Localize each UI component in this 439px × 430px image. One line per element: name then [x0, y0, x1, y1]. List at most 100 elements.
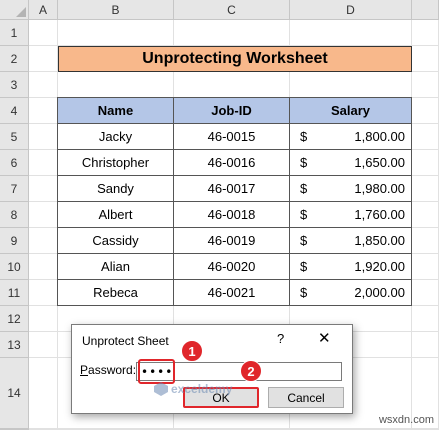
- step-badge-1: 1: [181, 340, 203, 362]
- job-id-cell[interactable]: 46-0018: [173, 201, 290, 228]
- cell[interactable]: [29, 176, 58, 202]
- cell[interactable]: [412, 306, 439, 332]
- cell[interactable]: [29, 46, 58, 72]
- salary-value: 1,980.00: [354, 181, 405, 196]
- row-header[interactable]: 13: [0, 332, 29, 358]
- salary-value: 2,000.00: [354, 285, 405, 300]
- row-header[interactable]: 6: [0, 150, 29, 176]
- cell[interactable]: [58, 72, 174, 98]
- cell[interactable]: [29, 332, 58, 358]
- salary-value: 1,800.00: [354, 129, 405, 144]
- select-all-corner[interactable]: [0, 0, 29, 20]
- currency-symbol: $: [300, 233, 308, 248]
- salary-value: 1,850.00: [354, 233, 405, 248]
- dialog-title: Unprotect Sheet: [82, 334, 169, 348]
- name-cell[interactable]: Albert: [57, 201, 174, 228]
- row-header[interactable]: 12: [0, 306, 29, 332]
- cell[interactable]: [29, 20, 58, 46]
- job-id-cell[interactable]: 46-0015: [173, 123, 290, 150]
- name-cell[interactable]: Sandy: [57, 175, 174, 202]
- row-header[interactable]: 10: [0, 254, 29, 280]
- ok-button[interactable]: OK: [183, 387, 259, 408]
- name-cell[interactable]: Jacky: [57, 123, 174, 150]
- cell[interactable]: [412, 332, 439, 358]
- step-badge-2: 2: [240, 360, 262, 382]
- row-header[interactable]: 11: [0, 280, 29, 306]
- cell[interactable]: [412, 228, 439, 254]
- cell[interactable]: [174, 72, 290, 98]
- cell[interactable]: [174, 20, 290, 46]
- cell[interactable]: [29, 202, 58, 228]
- name-cell[interactable]: Cassidy: [57, 227, 174, 254]
- unprotect-sheet-dialog: Unprotect Sheet ? ✕ Password: OK Cancel: [71, 324, 353, 414]
- cell[interactable]: [29, 280, 58, 306]
- row-header[interactable]: 8: [0, 202, 29, 228]
- sheet-title[interactable]: Unprotecting Worksheet: [58, 46, 412, 72]
- close-icon[interactable]: ✕: [318, 329, 331, 347]
- job-id-cell[interactable]: 46-0017: [173, 175, 290, 202]
- table-header-job-id[interactable]: Job-ID: [173, 97, 290, 124]
- job-id-cell[interactable]: 46-0021: [173, 279, 290, 306]
- cancel-button[interactable]: Cancel: [268, 387, 344, 408]
- cell[interactable]: [290, 20, 412, 46]
- table-header-name[interactable]: Name: [57, 97, 174, 124]
- column-header-b[interactable]: B: [58, 0, 174, 20]
- job-id-cell[interactable]: 46-0016: [173, 149, 290, 176]
- column-header-c[interactable]: C: [174, 0, 290, 20]
- cell[interactable]: [412, 150, 439, 176]
- cell[interactable]: [29, 150, 58, 176]
- row-header[interactable]: 5: [0, 124, 29, 150]
- cell[interactable]: [412, 98, 439, 124]
- site-watermark: wsxdn.com: [378, 414, 434, 426]
- cell[interactable]: [412, 20, 439, 46]
- cell[interactable]: [412, 46, 439, 72]
- currency-symbol: $: [300, 259, 308, 274]
- cell[interactable]: [29, 72, 58, 98]
- cell[interactable]: [412, 280, 439, 306]
- cell[interactable]: [290, 72, 412, 98]
- row-header[interactable]: 3: [0, 72, 29, 98]
- currency-symbol: $: [300, 181, 308, 196]
- currency-symbol: $: [300, 129, 308, 144]
- name-cell[interactable]: Rebeca: [57, 279, 174, 306]
- column-header-a[interactable]: A: [29, 0, 58, 20]
- salary-cell[interactable]: $1,650.00: [289, 149, 412, 176]
- row-header[interactable]: 2: [0, 46, 29, 72]
- cell[interactable]: [412, 202, 439, 228]
- salary-cell[interactable]: $1,850.00: [289, 227, 412, 254]
- password-input[interactable]: [136, 362, 342, 381]
- cell[interactable]: [29, 228, 58, 254]
- currency-symbol: $: [300, 155, 308, 170]
- cell[interactable]: [29, 98, 58, 124]
- salary-cell[interactable]: $2,000.00: [289, 279, 412, 306]
- row-header[interactable]: 9: [0, 228, 29, 254]
- currency-symbol: $: [300, 285, 308, 300]
- job-id-cell[interactable]: 46-0019: [173, 227, 290, 254]
- row-header[interactable]: 7: [0, 176, 29, 202]
- cell[interactable]: [29, 124, 58, 150]
- cell[interactable]: [58, 20, 174, 46]
- cell[interactable]: [412, 72, 439, 98]
- column-header-d[interactable]: D: [290, 0, 412, 20]
- table-header-salary[interactable]: Salary: [289, 97, 412, 124]
- cell[interactable]: [412, 254, 439, 280]
- name-cell[interactable]: Christopher: [57, 149, 174, 176]
- salary-value: 1,920.00: [354, 259, 405, 274]
- cell[interactable]: [29, 306, 58, 332]
- row-header[interactable]: 1: [0, 20, 29, 46]
- cell[interactable]: [412, 124, 439, 150]
- row-header[interactable]: 14: [0, 358, 29, 429]
- password-label: Password:: [80, 363, 137, 377]
- salary-cell[interactable]: $1,920.00: [289, 253, 412, 280]
- cell[interactable]: [29, 254, 58, 280]
- salary-cell[interactable]: $1,800.00: [289, 123, 412, 150]
- salary-cell[interactable]: $1,980.00: [289, 175, 412, 202]
- cell[interactable]: [29, 358, 58, 429]
- salary-cell[interactable]: $1,760.00: [289, 201, 412, 228]
- help-icon[interactable]: ?: [277, 331, 284, 346]
- row-header[interactable]: 4: [0, 98, 29, 124]
- cell[interactable]: [412, 176, 439, 202]
- column-header-overflow: [412, 0, 439, 20]
- name-cell[interactable]: Alian: [57, 253, 174, 280]
- job-id-cell[interactable]: 46-0020: [173, 253, 290, 280]
